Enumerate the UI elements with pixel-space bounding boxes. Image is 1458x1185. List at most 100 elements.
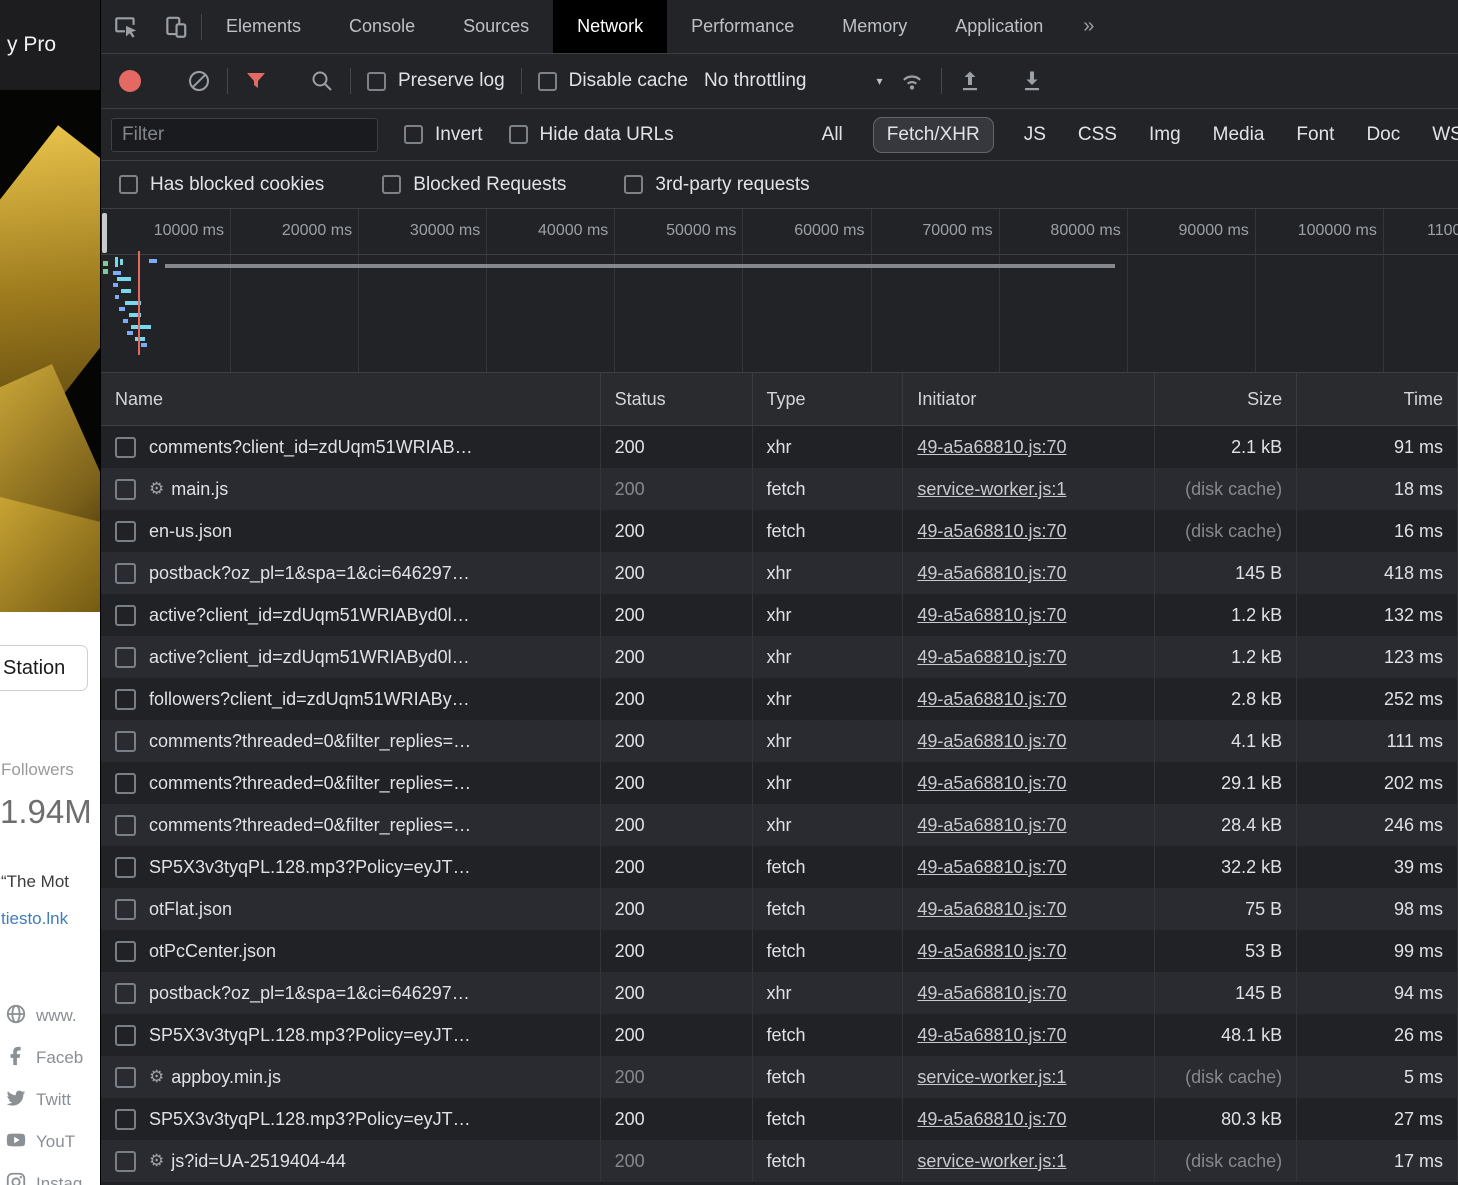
type-cell: fetch	[753, 468, 904, 510]
name-cell: comments?threaded=0&filter_replies=…	[101, 762, 601, 804]
checkbox-icon	[382, 175, 401, 194]
initiator-link[interactable]: 49-a5a68810.js:70	[917, 899, 1066, 920]
record-network-log-button[interactable]	[119, 70, 141, 92]
column-header-initiator[interactable]: Initiator	[903, 373, 1155, 425]
type-cell: xhr	[753, 678, 904, 720]
social-link-faceb[interactable]: Faceb	[0, 1037, 100, 1079]
column-header-size[interactable]: Size	[1155, 373, 1297, 425]
network-overview-timeline[interactable]: 10000 ms20000 ms30000 ms40000 ms50000 ms…	[101, 209, 1458, 373]
more-tabs-button[interactable]: »	[1067, 0, 1110, 53]
table-row[interactable]: otPcCenter.json200fetch49-a5a68810.js:70…	[101, 930, 1458, 972]
network-conditions-icon[interactable]	[899, 68, 925, 94]
request-name: followers?client_id=zdUqm51WRIABy…	[149, 689, 470, 710]
size-cell: (disk cache)	[1155, 1056, 1297, 1098]
time-cell: 418 ms	[1297, 552, 1458, 594]
social-link-www[interactable]: www.	[0, 995, 100, 1037]
filter-pill-ws[interactable]: WS	[1430, 118, 1458, 152]
initiator-link[interactable]: 49-a5a68810.js:70	[917, 1109, 1066, 1130]
import-har-icon[interactable]	[958, 69, 982, 93]
throttling-dropdown[interactable]: No throttling ▾	[704, 70, 882, 92]
initiator-link[interactable]: service-worker.js:1	[917, 1151, 1066, 1172]
filter-pill-all[interactable]: All	[820, 118, 845, 152]
status-value: 200	[615, 731, 645, 752]
filter-input[interactable]	[111, 118, 378, 152]
table-row[interactable]: comments?threaded=0&filter_replies=…200x…	[101, 720, 1458, 762]
blocked-requests-checkbox[interactable]: Blocked Requests	[382, 174, 566, 196]
initiator-link[interactable]: 49-a5a68810.js:70	[917, 773, 1066, 794]
inspect-element-button[interactable]	[101, 0, 151, 53]
social-link-instag[interactable]: Instag	[0, 1163, 100, 1185]
export-har-icon[interactable]	[1020, 69, 1044, 93]
initiator-link[interactable]: 49-a5a68810.js:70	[917, 815, 1066, 836]
toggle-device-toolbar-button[interactable]	[151, 0, 201, 53]
initiator-link[interactable]: 49-a5a68810.js:70	[917, 689, 1066, 710]
tab-network[interactable]: Network	[553, 0, 667, 53]
preserve-log-checkbox[interactable]: Preserve log	[367, 70, 505, 92]
initiator-link[interactable]: service-worker.js:1	[917, 479, 1066, 500]
initiator-link[interactable]: 49-a5a68810.js:70	[917, 521, 1066, 542]
social-link-twitt[interactable]: Twitt	[0, 1079, 100, 1121]
request-file-icon	[115, 605, 136, 626]
initiator-link[interactable]: 49-a5a68810.js:70	[917, 941, 1066, 962]
column-header-time[interactable]: Time	[1297, 373, 1458, 425]
3rd-party-requests-checkbox[interactable]: 3rd-party requests	[624, 174, 809, 196]
table-row[interactable]: SP5X3v3tyqPL.128.mp3?Policy=eyJT…200fetc…	[101, 1098, 1458, 1140]
tab-elements[interactable]: Elements	[202, 0, 325, 53]
table-row[interactable]: comments?threaded=0&filter_replies=…200x…	[101, 762, 1458, 804]
followers-label: Followers	[1, 760, 74, 780]
station-tab[interactable]: Station	[0, 645, 88, 691]
artist-link[interactable]: tiesto.lnk	[1, 909, 68, 929]
filter-pill-doc[interactable]: Doc	[1364, 118, 1402, 152]
table-row[interactable]: ⚙appboy.min.js200fetchservice-worker.js:…	[101, 1056, 1458, 1098]
initiator-link[interactable]: 49-a5a68810.js:70	[917, 563, 1066, 584]
table-row[interactable]: SP5X3v3tyqPL.128.mp3?Policy=eyJT…200fetc…	[101, 1014, 1458, 1056]
initiator-link[interactable]: 49-a5a68810.js:70	[917, 731, 1066, 752]
column-header-name[interactable]: Name	[101, 373, 601, 425]
filter-icon[interactable]	[244, 69, 268, 93]
filter-pill-css[interactable]: CSS	[1076, 118, 1119, 152]
size-value: (disk cache)	[1185, 1151, 1282, 1172]
table-row[interactable]: active?client_id=zdUqm51WRIAByd0l…200xhr…	[101, 636, 1458, 678]
table-row[interactable]: postback?oz_pl=1&spa=1&ci=646297…200xhr4…	[101, 972, 1458, 1014]
initiator-link[interactable]: 49-a5a68810.js:70	[917, 647, 1066, 668]
social-link-yout[interactable]: YouT	[0, 1121, 100, 1163]
initiator-link[interactable]: 49-a5a68810.js:70	[917, 437, 1066, 458]
clear-network-log-icon[interactable]	[187, 69, 211, 93]
has-blocked-cookies-checkbox[interactable]: Has blocked cookies	[119, 174, 324, 196]
tab-application[interactable]: Application	[931, 0, 1067, 53]
initiator-link[interactable]: 49-a5a68810.js:70	[917, 983, 1066, 1004]
tab-sources[interactable]: Sources	[439, 0, 553, 53]
time-value: 98 ms	[1394, 899, 1443, 920]
initiator-link[interactable]: 49-a5a68810.js:70	[917, 605, 1066, 626]
name-cell: comments?client_id=zdUqm51WRIAB…	[101, 426, 601, 468]
tab-performance[interactable]: Performance	[667, 0, 818, 53]
filter-pill-media[interactable]: Media	[1211, 118, 1267, 152]
table-row[interactable]: en-us.json200fetch49-a5a68810.js:70(disk…	[101, 510, 1458, 552]
table-row[interactable]: active?client_id=zdUqm51WRIAByd0l…200xhr…	[101, 594, 1458, 636]
table-row[interactable]: ⚙js?id=UA-2519404-44200fetchservice-work…	[101, 1140, 1458, 1182]
hide-data-urls-checkbox[interactable]: Hide data URLs	[509, 124, 674, 146]
disable-cache-checkbox[interactable]: Disable cache	[538, 70, 688, 92]
filter-pill-img[interactable]: Img	[1147, 118, 1183, 152]
table-row[interactable]: postback?oz_pl=1&spa=1&ci=646297…200xhr4…	[101, 552, 1458, 594]
table-row[interactable]: otFlat.json200fetch49-a5a68810.js:7075 B…	[101, 888, 1458, 930]
filter-pill-font[interactable]: Font	[1294, 118, 1336, 152]
search-icon[interactable]	[310, 69, 334, 93]
filter-pill-fetch-xhr[interactable]: Fetch/XHR	[873, 117, 994, 153]
tab-memory[interactable]: Memory	[818, 0, 931, 53]
initiator-link[interactable]: 49-a5a68810.js:70	[917, 857, 1066, 878]
table-row[interactable]: comments?threaded=0&filter_replies=…200x…	[101, 804, 1458, 846]
invert-checkbox[interactable]: Invert	[404, 124, 483, 146]
initiator-link[interactable]: 49-a5a68810.js:70	[917, 1025, 1066, 1046]
instagram-icon	[5, 1171, 27, 1185]
table-row[interactable]: SP5X3v3tyqPL.128.mp3?Policy=eyJT…200fetc…	[101, 846, 1458, 888]
table-row[interactable]: comments?client_id=zdUqm51WRIAB…200xhr49…	[101, 426, 1458, 468]
initiator-link[interactable]: service-worker.js:1	[917, 1067, 1066, 1088]
filter-pill-js[interactable]: JS	[1022, 118, 1048, 152]
size-value: (disk cache)	[1185, 521, 1282, 542]
table-row[interactable]: followers?client_id=zdUqm51WRIABy…200xhr…	[101, 678, 1458, 720]
table-row[interactable]: ⚙main.js200fetchservice-worker.js:1(disk…	[101, 468, 1458, 510]
tab-console[interactable]: Console	[325, 0, 439, 53]
column-header-type[interactable]: Type	[753, 373, 904, 425]
column-header-status[interactable]: Status	[601, 373, 753, 425]
